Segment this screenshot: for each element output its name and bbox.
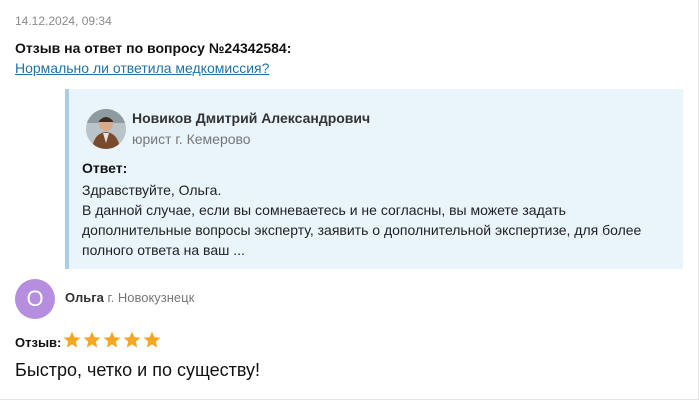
rating-stars (62, 330, 162, 355)
author-name: Ольга (65, 290, 104, 305)
answer-text: Здравствуйте, Ольга. В данной случае, ес… (82, 180, 672, 260)
answer-label: Ответ: (82, 160, 128, 176)
star-icon (84, 331, 101, 348)
lawyer-photo (86, 109, 126, 149)
rating: Отзыв: (15, 330, 162, 355)
feedback-text: Быстро, четко и по существу! (15, 360, 260, 380)
answer-line: Здравствуйте, Ольга. (82, 182, 222, 198)
answer-line: полного ответа на ваш ... (82, 242, 245, 258)
author-avatar: О (15, 279, 55, 319)
review-card: 14.12.2024, 09:34 Отзыв на ответ по вопр… (0, 0, 699, 400)
answer-block: Новиков Дмитрий Александрович юрист г. К… (65, 89, 683, 269)
star-icon (144, 331, 161, 348)
answer-line: В данной случае, если вы сомневаетесь и … (82, 202, 566, 218)
lawyer-name[interactable]: Новиков Дмитрий Александрович (132, 110, 370, 126)
star-icon (64, 331, 81, 348)
star-icon (104, 331, 121, 348)
answer-line: дополнительные вопросы эксперту, заявить… (82, 222, 642, 238)
review-title: Отзыв на ответ по вопросу №24342584: (15, 40, 292, 56)
author-line: Ольга г. Новокузнецк (65, 290, 194, 305)
star-icon (124, 331, 141, 348)
review-date: 14.12.2024, 09:34 (15, 14, 112, 28)
question-link[interactable]: Нормально ли ответила медкомиссия? (15, 60, 269, 76)
lawyer-role: юрист г. Кемерово (132, 131, 251, 147)
author-city: г. Новокузнецк (107, 290, 195, 305)
rating-label: Отзыв: (15, 335, 62, 350)
lawyer-avatar[interactable] (86, 109, 126, 149)
